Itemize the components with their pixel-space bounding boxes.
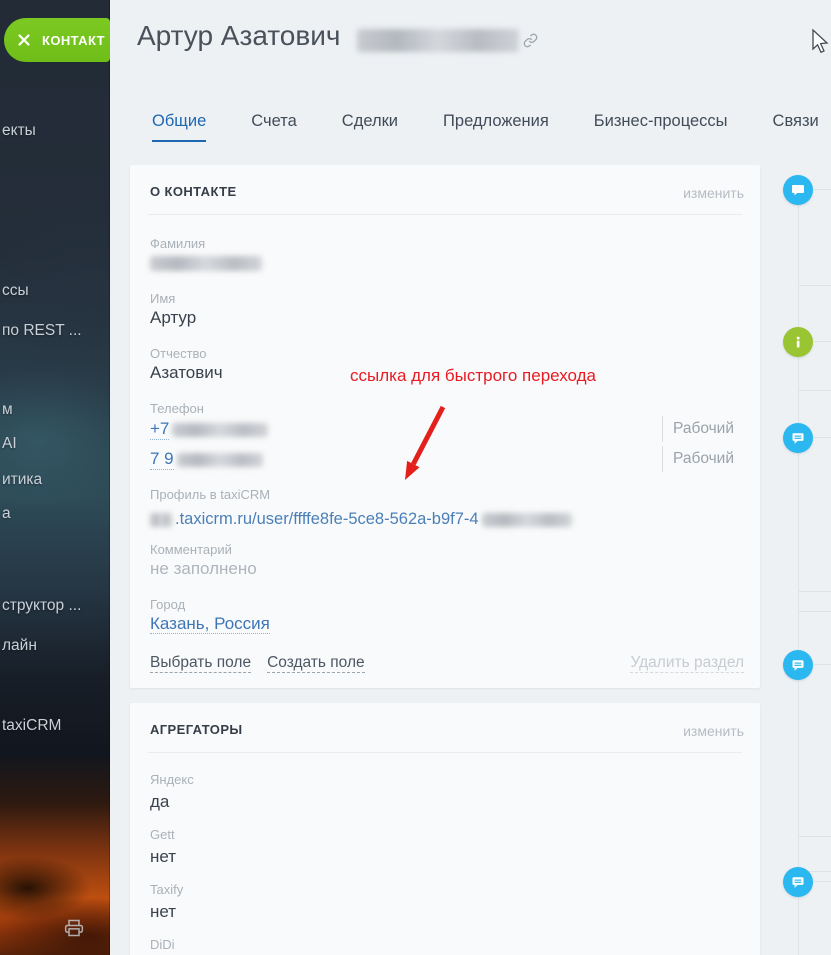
- divider: [799, 591, 831, 592]
- sidebar: екты ссы по REST ... м AI итика а структ…: [0, 0, 110, 955]
- divider: [799, 285, 831, 286]
- sidebar-item-6[interactable]: а: [2, 505, 11, 523]
- tab-processes[interactable]: Бизнес-процессы: [594, 112, 728, 142]
- card-title: АГРЕГАТОРЫ: [150, 722, 243, 737]
- tab-deals[interactable]: Сделки: [342, 112, 398, 142]
- taxicrm-profile-link[interactable]: .taxicrm.ru/user/ffffe8fe-5ce8-562a-b9f7…: [175, 510, 479, 529]
- tab-bar: Общие Счета Сделки Предложения Бизнес-пр…: [152, 112, 819, 142]
- sidebar-item-crm[interactable]: м: [2, 401, 13, 419]
- field-label-profile: Профиль в taxiCRM: [150, 487, 271, 502]
- field-value-gett: нет: [150, 847, 177, 866]
- entity-badge-contact[interactable]: КОНТАКТ: [4, 18, 110, 62]
- divider: [814, 341, 831, 342]
- page-title: Артур Азатович: [137, 20, 341, 51]
- mouse-cursor: [812, 29, 829, 54]
- select-field-link[interactable]: Выбрать поле: [150, 654, 252, 673]
- field-value-taxify: нет: [150, 902, 177, 921]
- card-actions: Выбрать поле Создать поле: [150, 654, 365, 673]
- entity-badge-label: КОНТАКТ: [42, 32, 105, 48]
- tab-invoices[interactable]: Счета: [251, 112, 297, 142]
- divider: [662, 416, 663, 442]
- field-label-phone: Телефон: [150, 401, 204, 416]
- timeline-rail: [798, 192, 799, 955]
- redacted-lastname: [357, 29, 519, 52]
- field-value-name: Артур: [150, 308, 197, 327]
- close-icon[interactable]: [17, 33, 31, 47]
- timeline-message-icon[interactable]: [783, 423, 813, 453]
- field-value-patronymic: Азатович: [150, 363, 223, 382]
- field-label-patronymic: Отчество: [150, 346, 207, 361]
- field-label-comment: Комментарий: [150, 542, 232, 557]
- redacted-phone-2: [176, 452, 263, 467]
- crm-contact-slider: екты ссы по REST ... м AI итика а структ…: [0, 0, 831, 955]
- divider: [148, 752, 742, 753]
- redacted-url-prefix: [150, 512, 172, 527]
- field-value-comment: не заполнено: [150, 559, 257, 578]
- annotation-text: ссылка для быстрого перехода: [350, 366, 597, 385]
- divider: [799, 836, 831, 837]
- redacted-phone-1: [172, 422, 269, 437]
- field-label-didi: DiDi: [150, 937, 175, 952]
- field-value-yandex: да: [150, 792, 170, 811]
- redacted-surname-value: [150, 256, 262, 271]
- phone-row: +7: [150, 419, 269, 440]
- phone-row: 7 9: [150, 449, 263, 470]
- aggregators-card: АГРЕГАТОРЫ изменить Яндекс да Gett нет T…: [130, 703, 760, 955]
- printer-icon[interactable]: [63, 918, 85, 943]
- sidebar-item-taxicrm[interactable]: taxiCRM: [2, 717, 61, 735]
- create-field-link[interactable]: Создать поле: [267, 654, 365, 673]
- sidebar-item-processes[interactable]: ссы: [2, 282, 29, 300]
- divider: [799, 611, 831, 612]
- tab-relations[interactable]: Связи: [773, 112, 819, 142]
- divider: [814, 437, 831, 438]
- edit-link[interactable]: изменить: [683, 723, 744, 739]
- redacted-url-suffix: [481, 512, 572, 527]
- phone-type-label: Рабочий: [673, 420, 734, 437]
- field-label-city: Город: [150, 597, 186, 612]
- divider: [814, 881, 831, 882]
- sidebar-item-constructor[interactable]: структор ...: [2, 597, 81, 615]
- divider: [814, 664, 831, 665]
- profile-url-row: .taxicrm.ru/user/ffffe8fe-5ce8-562a-b9f7…: [150, 510, 572, 529]
- edit-link[interactable]: изменить: [683, 185, 744, 201]
- phone-type-label: Рабочий: [673, 450, 734, 467]
- timeline-info-icon[interactable]: [783, 327, 813, 357]
- phone-link[interactable]: +7: [150, 419, 170, 440]
- field-label-yandex: Яндекс: [150, 772, 194, 787]
- sidebar-item-ai[interactable]: AI: [2, 435, 17, 453]
- phone-link[interactable]: 7 9: [150, 449, 174, 470]
- copy-link-icon[interactable]: [523, 33, 538, 53]
- sidebar-item-analytics[interactable]: итика: [2, 471, 42, 489]
- field-label-surname: Фамилия: [150, 236, 206, 251]
- divider: [799, 390, 831, 391]
- annotation-arrow: [405, 405, 446, 480]
- timeline-comment-icon[interactable]: [783, 175, 813, 205]
- field-label-gett: Gett: [150, 827, 175, 842]
- sidebar-item-projects[interactable]: екты: [2, 122, 36, 140]
- sidebar-item-online[interactable]: лайн: [2, 637, 37, 655]
- city-link[interactable]: Казань, Россия: [150, 614, 270, 634]
- timeline-message-icon[interactable]: [783, 650, 813, 680]
- delete-section-link[interactable]: Удалить раздел: [630, 654, 744, 673]
- field-label-name: Имя: [150, 291, 176, 306]
- divider: [662, 446, 663, 472]
- card-title: О КОНТАКТЕ: [150, 184, 237, 199]
- divider: [148, 214, 742, 215]
- sidebar-item-rest[interactable]: по REST ...: [2, 322, 82, 340]
- divider: [814, 189, 831, 190]
- timeline-message-icon[interactable]: [783, 867, 813, 897]
- tab-quotes[interactable]: Предложения: [443, 112, 549, 142]
- tab-general[interactable]: Общие: [152, 112, 207, 142]
- field-label-taxify: Taxify: [150, 882, 184, 897]
